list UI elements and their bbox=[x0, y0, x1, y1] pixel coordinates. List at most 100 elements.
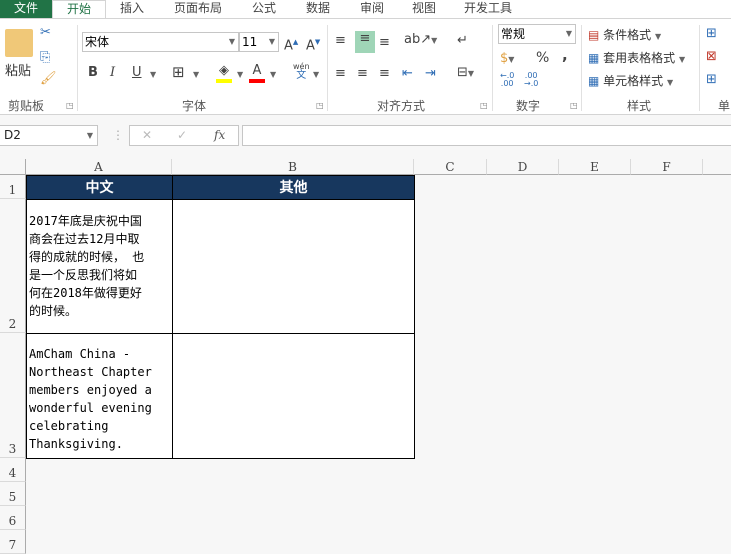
row-header-6[interactable]: 6 bbox=[0, 506, 26, 530]
increase-font-icon[interactable]: A▲ bbox=[284, 34, 298, 54]
tab-file[interactable]: 文件 bbox=[0, 0, 52, 18]
phonetic-char: 文 bbox=[296, 70, 307, 81]
font-name-select[interactable]: 宋体 ▼ bbox=[82, 32, 239, 52]
tab-formulas[interactable]: 公式 bbox=[244, 0, 284, 18]
align-bottom-icon[interactable]: ≡ bbox=[379, 35, 390, 51]
column-header-c[interactable]: C bbox=[414, 159, 487, 175]
conditional-formatting-button[interactable]: ▤ 条件格式 ▼ bbox=[588, 26, 661, 43]
column-header-b[interactable]: B bbox=[172, 159, 414, 175]
cell-line: wonderful evening bbox=[29, 401, 152, 415]
tab-review[interactable]: 审阅 bbox=[352, 0, 392, 18]
cell-b1[interactable]: 其他 bbox=[172, 175, 415, 200]
dialog-launcher-icon[interactable]: ◳ bbox=[316, 101, 324, 110]
dialog-launcher-icon[interactable]: ◳ bbox=[66, 101, 74, 110]
copy-icon[interactable]: ⎘ bbox=[40, 50, 50, 66]
drag-handle-icon[interactable]: ⋮ bbox=[112, 128, 124, 142]
formula-bar: D2 ▼ ⋮ ✕ ✓ fx bbox=[0, 122, 731, 148]
fill-color-icon[interactable]: ◈ bbox=[216, 63, 232, 83]
row-header-1[interactable]: 1 bbox=[0, 175, 26, 199]
alignment-group-label: 对齐方式 bbox=[377, 99, 426, 113]
divider bbox=[77, 25, 78, 111]
orientation-icon[interactable]: ab↗▼ bbox=[404, 32, 437, 49]
chevron-down-icon[interactable]: ▼ bbox=[237, 67, 243, 83]
font-color-icon[interactable]: A bbox=[249, 63, 265, 83]
format-as-table-label: 套用表格格式 bbox=[603, 51, 676, 65]
comma-button[interactable]: , bbox=[562, 47, 568, 63]
paste-icon[interactable] bbox=[5, 29, 33, 57]
paste-button[interactable]: 粘贴 bbox=[5, 60, 31, 79]
align-left-icon[interactable]: ≡ bbox=[335, 66, 346, 82]
align-top-icon[interactable]: ≡ bbox=[335, 33, 346, 49]
decrease-decimal-icon[interactable]: .00 →.0 bbox=[524, 72, 538, 88]
column-header-d[interactable]: D bbox=[487, 159, 559, 175]
align-center-icon[interactable]: ≡ bbox=[357, 66, 368, 82]
chevron-down-icon[interactable]: ▼ bbox=[313, 67, 319, 83]
number-format-value: 常规 bbox=[501, 27, 526, 41]
accounting-format-icon[interactable]: $▼ bbox=[500, 51, 514, 68]
phonetic-guide-button[interactable]: wén 文 bbox=[293, 62, 310, 81]
row-header-5[interactable]: 5 bbox=[0, 482, 26, 506]
tab-home[interactable]: 开始 bbox=[52, 0, 106, 18]
percent-button[interactable]: % bbox=[536, 50, 549, 66]
divider bbox=[699, 25, 700, 111]
delete-cells-icon[interactable]: ⊠ bbox=[706, 49, 717, 65]
decrease-font-icon[interactable]: A▼ bbox=[306, 34, 320, 54]
insert-function-icon[interactable]: fx bbox=[214, 128, 225, 142]
tab-view[interactable]: 视图 bbox=[404, 0, 444, 18]
cell-styles-label: 单元格样式 bbox=[603, 74, 664, 88]
name-box[interactable]: D2 ▼ bbox=[0, 125, 98, 146]
row-header-3[interactable]: 3 bbox=[0, 333, 26, 458]
cell-a1[interactable]: 中文 bbox=[26, 175, 173, 200]
row-header-7[interactable]: 7 bbox=[0, 530, 26, 554]
format-as-table-button[interactable]: ▦ 套用表格格式 ▼ bbox=[588, 49, 685, 66]
row-header-4[interactable]: 4 bbox=[0, 458, 26, 482]
increase-decimal-icon[interactable]: ←.0.00 bbox=[500, 72, 514, 88]
tab-developer[interactable]: 开发工具 bbox=[458, 0, 518, 18]
font-size-select[interactable]: 11 ▼ bbox=[239, 32, 279, 52]
bold-button[interactable]: B bbox=[88, 65, 98, 81]
select-all-button[interactable] bbox=[0, 159, 26, 175]
insert-cells-icon[interactable]: ⊞ bbox=[706, 26, 717, 42]
cell-line: 是一个反思我们将如 bbox=[29, 268, 138, 282]
align-middle-icon[interactable]: ≡ bbox=[355, 31, 375, 53]
cell-a2[interactable]: 2017年底是庆祝中国 商会在过去12月中取 得的成就的时候， 也是一个反思我们将如… bbox=[26, 199, 173, 334]
tab-page-layout[interactable]: 页面布局 bbox=[166, 0, 230, 18]
tab-insert[interactable]: 插入 bbox=[110, 0, 154, 18]
chevron-down-icon[interactable]: ▼ bbox=[150, 67, 156, 83]
underline-button[interactable]: U bbox=[132, 65, 142, 81]
cell-a3[interactable]: AmCham China - Northeast Chapter members e… bbox=[26, 333, 173, 459]
column-header-e[interactable]: E bbox=[559, 159, 631, 175]
font-name-value: 宋体 bbox=[85, 35, 110, 49]
ribbon-tabs: 文件 开始 插入 页面布局 公式 数据 审阅 视图 开发工具 bbox=[0, 0, 731, 18]
font-size-value: 11 bbox=[242, 35, 258, 49]
chevron-down-icon[interactable]: ▼ bbox=[270, 67, 276, 83]
increase-indent-icon[interactable]: ⇥ bbox=[425, 66, 436, 82]
merge-center-icon[interactable]: ⊟▼ bbox=[457, 65, 474, 82]
cancel-icon[interactable]: ✕ bbox=[142, 128, 152, 142]
cell-line: 2017年底是庆祝中国 bbox=[29, 214, 142, 228]
number-format-select[interactable]: 常规 ▼ bbox=[498, 24, 576, 44]
decrease-indent-icon[interactable]: ⇤ bbox=[402, 66, 413, 82]
dialog-launcher-icon[interactable]: ◳ bbox=[480, 101, 488, 110]
formula-input[interactable] bbox=[242, 125, 731, 146]
align-right-icon[interactable]: ≡ bbox=[379, 66, 390, 82]
dialog-launcher-icon[interactable]: ◳ bbox=[570, 101, 578, 110]
chevron-down-icon[interactable]: ▼ bbox=[193, 67, 199, 83]
cut-icon[interactable]: ✂ bbox=[40, 25, 51, 41]
cell-b3[interactable] bbox=[172, 333, 415, 459]
column-header-g[interactable] bbox=[703, 159, 731, 175]
cell-b2[interactable] bbox=[172, 199, 415, 334]
format-painter-icon[interactable]: 🖌 bbox=[40, 71, 57, 87]
cell-styles-button[interactable]: ▦ 单元格样式 ▼ bbox=[588, 72, 673, 89]
italic-button[interactable]: I bbox=[110, 65, 115, 81]
column-header-a[interactable]: A bbox=[26, 159, 172, 175]
column-header-f[interactable]: F bbox=[631, 159, 703, 175]
tab-data[interactable]: 数据 bbox=[298, 0, 338, 18]
borders-icon[interactable]: ⊞ bbox=[172, 64, 185, 80]
chevron-down-icon: ▼ bbox=[86, 131, 93, 140]
divider bbox=[492, 25, 493, 111]
wrap-text-icon[interactable]: ↵ bbox=[457, 33, 468, 49]
enter-icon[interactable]: ✓ bbox=[177, 128, 187, 142]
format-cells-icon[interactable]: ⊞ bbox=[706, 72, 717, 88]
row-header-2[interactable]: 2 bbox=[0, 199, 26, 333]
